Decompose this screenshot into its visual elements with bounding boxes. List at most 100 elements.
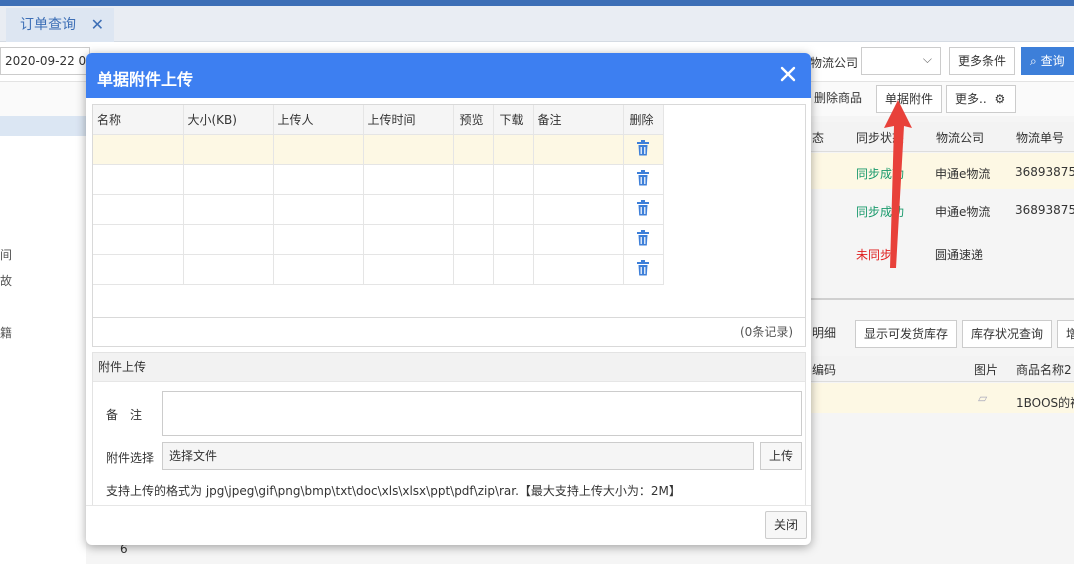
sidebar-selected-item[interactable]: [0, 116, 86, 136]
product-name: 1BOOS的裤: [1016, 396, 1074, 410]
delete-cell[interactable]: [623, 254, 664, 285]
query-label: 查询: [1040, 54, 1065, 68]
table-cell: [183, 134, 274, 165]
table-cell: [183, 164, 274, 195]
trash-icon[interactable]: [636, 139, 650, 159]
show-stock-button[interactable]: 显示可发货库存: [855, 320, 958, 348]
table-row[interactable]: [93, 134, 664, 165]
search-icon: ⌕: [1030, 54, 1037, 68]
attachment-upload-dialog: 单据附件上传 名称 大小(KB) 上传人 上传时间 预览 下载 备注 删除 (0…: [86, 53, 811, 545]
attachment-table: 名称 大小(KB) 上传人 上传时间 预览 下载 备注 删除 (0条记录): [92, 104, 806, 347]
gear-icon: ⚙: [994, 92, 1006, 106]
upper-grid-header: 态 同步状态 物流公司 物流单号: [810, 122, 1074, 152]
table-cell: [93, 254, 184, 285]
col-delete: 删除: [623, 105, 664, 135]
delete-cell[interactable]: [623, 164, 664, 195]
tab-bar: 订单查询 ✕: [0, 6, 1074, 42]
logistics-company: 圆通速递: [935, 248, 984, 262]
date-input[interactable]: 2020-09-22 00:: [0, 47, 90, 75]
table-cell: [533, 254, 624, 285]
lower-grid-header: 编码 图片 商品名称2: [810, 356, 1074, 382]
table-cell: [363, 164, 454, 195]
file-select-input[interactable]: 选择文件: [162, 442, 754, 470]
dialog-footer-divider: [86, 505, 811, 506]
grid-header-cell: 态: [812, 131, 825, 145]
trash-icon[interactable]: [636, 229, 650, 249]
table-cell: [363, 194, 454, 225]
sidebar-text: 籍: [0, 326, 13, 340]
stock-status-button[interactable]: 库存状况查询: [962, 320, 1053, 348]
trash-icon[interactable]: [636, 199, 650, 219]
trash-icon[interactable]: [636, 169, 650, 189]
table-row[interactable]: [93, 254, 664, 285]
table-cell: [493, 224, 534, 255]
table-cell: [533, 134, 624, 165]
table-cell: [453, 224, 494, 255]
table-cell: [93, 164, 184, 195]
tracking-number: 368938755: [1015, 203, 1074, 217]
grid-header-cell: 商品名称2: [1016, 363, 1072, 377]
upload-button[interactable]: 上传: [760, 442, 802, 470]
close-button[interactable]: 关闭: [765, 511, 807, 539]
sidebar-text: 间: [0, 248, 13, 262]
remark-textarea[interactable]: [162, 391, 802, 436]
image-icon: ▱: [978, 391, 988, 405]
grid-header-cell: 编码: [812, 363, 837, 377]
col-preview: 预览: [453, 105, 494, 135]
col-size: 大小(KB): [183, 105, 274, 135]
delete-cell[interactable]: [623, 134, 664, 165]
more-conditions-button[interactable]: 更多条件: [949, 47, 1016, 75]
table-row[interactable]: [93, 194, 664, 225]
logistics-company: 申通e物流: [935, 167, 991, 181]
table-cell: [363, 224, 454, 255]
dialog-body: 名称 大小(KB) 上传人 上传时间 预览 下载 备注 删除 (0条记录) 附件…: [92, 104, 806, 506]
sidebar: 间 故 籍: [0, 116, 86, 564]
logistics-company: 申通e物流: [935, 205, 991, 219]
table-cell: [183, 254, 274, 285]
more-label: 更多..: [955, 92, 987, 106]
file-select-label: 附件选择: [106, 451, 155, 465]
delete-cell[interactable]: [623, 194, 664, 225]
col-upload-time: 上传时间: [363, 105, 454, 135]
logistics-label: 物流公司: [810, 56, 859, 70]
table-cell: [493, 134, 534, 165]
close-tab-icon[interactable]: ✕: [91, 8, 104, 42]
table-cell: [183, 224, 274, 255]
close-icon[interactable]: [777, 63, 799, 85]
table-row[interactable]: [93, 164, 664, 195]
table-cell: [273, 224, 364, 255]
table-cell: [453, 164, 494, 195]
table-cell: [493, 164, 534, 195]
upload-panel: 附件上传 备 注 附件选择 选择文件 上传 支持上传的格式为 jpg\jpeg\…: [92, 352, 806, 506]
remark-label: 备 注: [106, 408, 143, 422]
table-footer-divider: [93, 317, 805, 318]
grid-header-cell: 物流单号: [1016, 131, 1065, 145]
red-arrow-icon: [884, 100, 912, 268]
col-name: 名称: [93, 105, 184, 135]
upload-section-title: 附件上传: [93, 353, 805, 382]
table-cell: [533, 194, 624, 225]
table-cell: [453, 254, 494, 285]
table-cell: [273, 164, 364, 195]
logistics-select[interactable]: ⌵: [861, 47, 941, 75]
table-cell: [363, 254, 454, 285]
grid-header-cell: 图片: [974, 363, 999, 377]
grid-header-cell: 物流公司: [936, 131, 985, 145]
table-row[interactable]: [93, 224, 664, 255]
col-download: 下载: [493, 105, 534, 135]
col-remark: 备注: [533, 105, 624, 135]
delete-goods-button[interactable]: 删除商品: [806, 85, 870, 113]
chevron-down-icon: ⌵: [922, 52, 932, 66]
trash-icon[interactable]: [636, 259, 650, 279]
record-count: (0条记录): [740, 325, 793, 339]
detail-button[interactable]: 明细: [812, 320, 836, 348]
delete-cell[interactable]: [623, 224, 664, 255]
more-button[interactable]: 更多.. ⚙: [946, 85, 1016, 113]
table-cell: [273, 254, 364, 285]
splitter[interactable]: [810, 298, 1074, 300]
table-cell: [183, 194, 274, 225]
add-button[interactable]: 增: [1057, 320, 1074, 348]
format-hint: 支持上传的格式为 jpg\jpeg\gif\png\bmp\txt\doc\xl…: [106, 484, 681, 498]
tab-order-query[interactable]: 订单查询 ✕: [6, 8, 114, 42]
query-button[interactable]: ⌕ 查询: [1021, 47, 1074, 75]
